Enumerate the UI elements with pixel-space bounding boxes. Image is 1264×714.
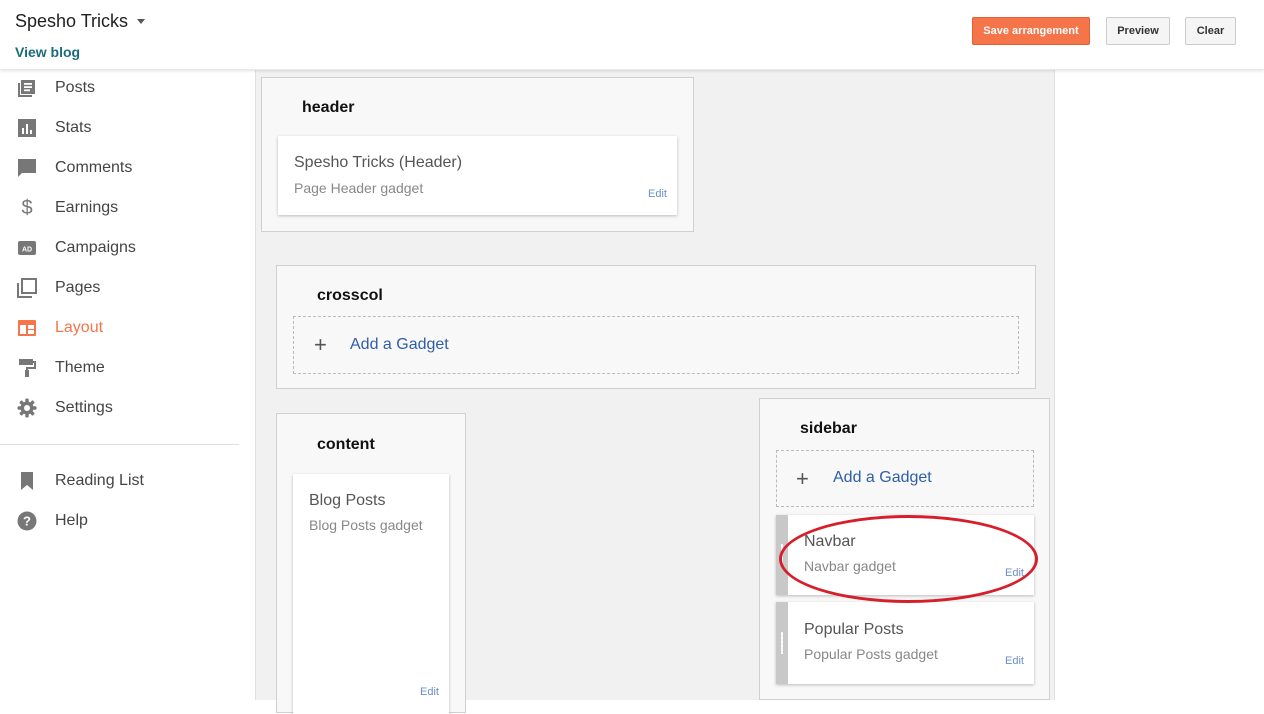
- top-bar: Spesho Tricks View blog Save arrangement…: [0, 0, 1264, 70]
- nav-divider: [0, 444, 239, 445]
- blog-posts-gadget[interactable]: Blog Posts Blog Posts gadget Edit: [293, 474, 449, 714]
- nav-item-comments[interactable]: Comments: [0, 150, 240, 186]
- save-arrangement-button[interactable]: Save arrangement: [972, 17, 1090, 45]
- gadget-subtitle: Page Header gadget: [294, 180, 424, 196]
- nav-label-pages: Pages: [55, 279, 101, 296]
- nav-label-campaigns: Campaigns: [55, 239, 136, 256]
- nav-label-posts: Posts: [55, 79, 96, 96]
- nav-item-posts[interactable]: Posts: [0, 70, 240, 106]
- nav-item-stats[interactable]: Stats: [0, 110, 240, 146]
- add-gadget-button[interactable]: + Add a Gadget: [293, 316, 1019, 374]
- nav-item-help[interactable]: ? Help: [0, 503, 240, 539]
- section-title-sidebar: sidebar: [800, 420, 857, 437]
- nav-label-settings: Settings: [55, 399, 113, 416]
- nav-item-pages[interactable]: Pages: [0, 270, 240, 306]
- gadget-title: Blog Posts: [309, 492, 386, 509]
- nav-label-theme: Theme: [55, 359, 105, 376]
- stats-icon: [17, 118, 37, 138]
- nav-label-comments: Comments: [55, 159, 133, 176]
- nav-label-earnings: Earnings: [55, 199, 119, 216]
- preview-button[interactable]: Preview: [1106, 17, 1170, 45]
- ad-icon: AD: [17, 238, 37, 258]
- drag-dots-icon: [781, 632, 783, 654]
- svg-text:?: ?: [23, 514, 31, 529]
- blog-title[interactable]: Spesho Tricks: [15, 11, 128, 32]
- gadget-subtitle: Popular Posts gadget: [804, 646, 938, 662]
- header-gadget[interactable]: Spesho Tricks (Header) Page Header gadge…: [278, 136, 677, 215]
- edit-link[interactable]: Edit: [648, 188, 667, 200]
- nav-item-campaigns[interactable]: AD Campaigns: [0, 230, 240, 266]
- plus-icon: +: [796, 466, 809, 491]
- posts-icon: [17, 78, 37, 98]
- add-gadget-button[interactable]: + Add a Gadget: [776, 450, 1034, 507]
- view-blog-link[interactable]: View blog: [15, 44, 80, 60]
- drag-handle[interactable]: [776, 602, 788, 684]
- layout-canvas: header Spesho Tricks (Header) Page Heade…: [255, 70, 1055, 714]
- add-gadget-label: Add a Gadget: [833, 469, 932, 486]
- nav-label-layout: Layout: [55, 319, 104, 336]
- plus-icon: +: [314, 332, 327, 357]
- gadget-title: Spesho Tricks (Header): [294, 154, 463, 171]
- nav-label-reading-list: Reading List: [55, 472, 144, 489]
- header-section: header Spesho Tricks (Header) Page Heade…: [261, 77, 694, 232]
- comments-icon: [17, 158, 37, 178]
- paint-roller-icon: [17, 358, 37, 378]
- blog-dropdown-caret-icon[interactable]: [137, 19, 145, 24]
- nav-item-earnings[interactable]: $ Earnings: [0, 190, 240, 226]
- dollar-icon: $: [21, 196, 33, 219]
- edit-link[interactable]: Edit: [420, 686, 439, 698]
- crosscol-section: crosscol + Add a Gadget: [276, 265, 1036, 389]
- gear-icon: [17, 398, 37, 418]
- clear-button[interactable]: Clear: [1185, 17, 1236, 45]
- nav-label-help: Help: [55, 512, 88, 529]
- pages-icon: [17, 278, 37, 298]
- nav-item-theme[interactable]: Theme: [0, 350, 240, 386]
- layout-icon: [17, 318, 37, 338]
- svg-text:AD: AD: [22, 247, 32, 254]
- section-title-crosscol: crosscol: [317, 287, 383, 304]
- gadget-title: Popular Posts: [804, 621, 904, 638]
- gadget-subtitle: Blog Posts gadget: [309, 517, 423, 533]
- nav-item-reading-list[interactable]: Reading List: [0, 463, 240, 499]
- left-nav: Posts Stats Comments $ Earnings AD Campa…: [0, 70, 240, 700]
- content-section: content Blog Posts Blog Posts gadget Edi…: [276, 413, 466, 714]
- nav-label-stats: Stats: [55, 119, 92, 136]
- edit-link[interactable]: Edit: [1005, 655, 1024, 667]
- bookmark-icon: [17, 471, 37, 491]
- section-title-header: header: [302, 99, 355, 116]
- nav-item-layout[interactable]: Layout: [0, 310, 240, 346]
- add-gadget-label: Add a Gadget: [350, 336, 449, 353]
- nav-item-settings[interactable]: Settings: [0, 390, 240, 426]
- popular-posts-gadget[interactable]: Popular Posts Popular Posts gadget Edit: [776, 602, 1034, 684]
- section-title-content: content: [317, 436, 375, 453]
- help-icon: ?: [17, 511, 37, 531]
- highlight-annotation: [779, 515, 1038, 603]
